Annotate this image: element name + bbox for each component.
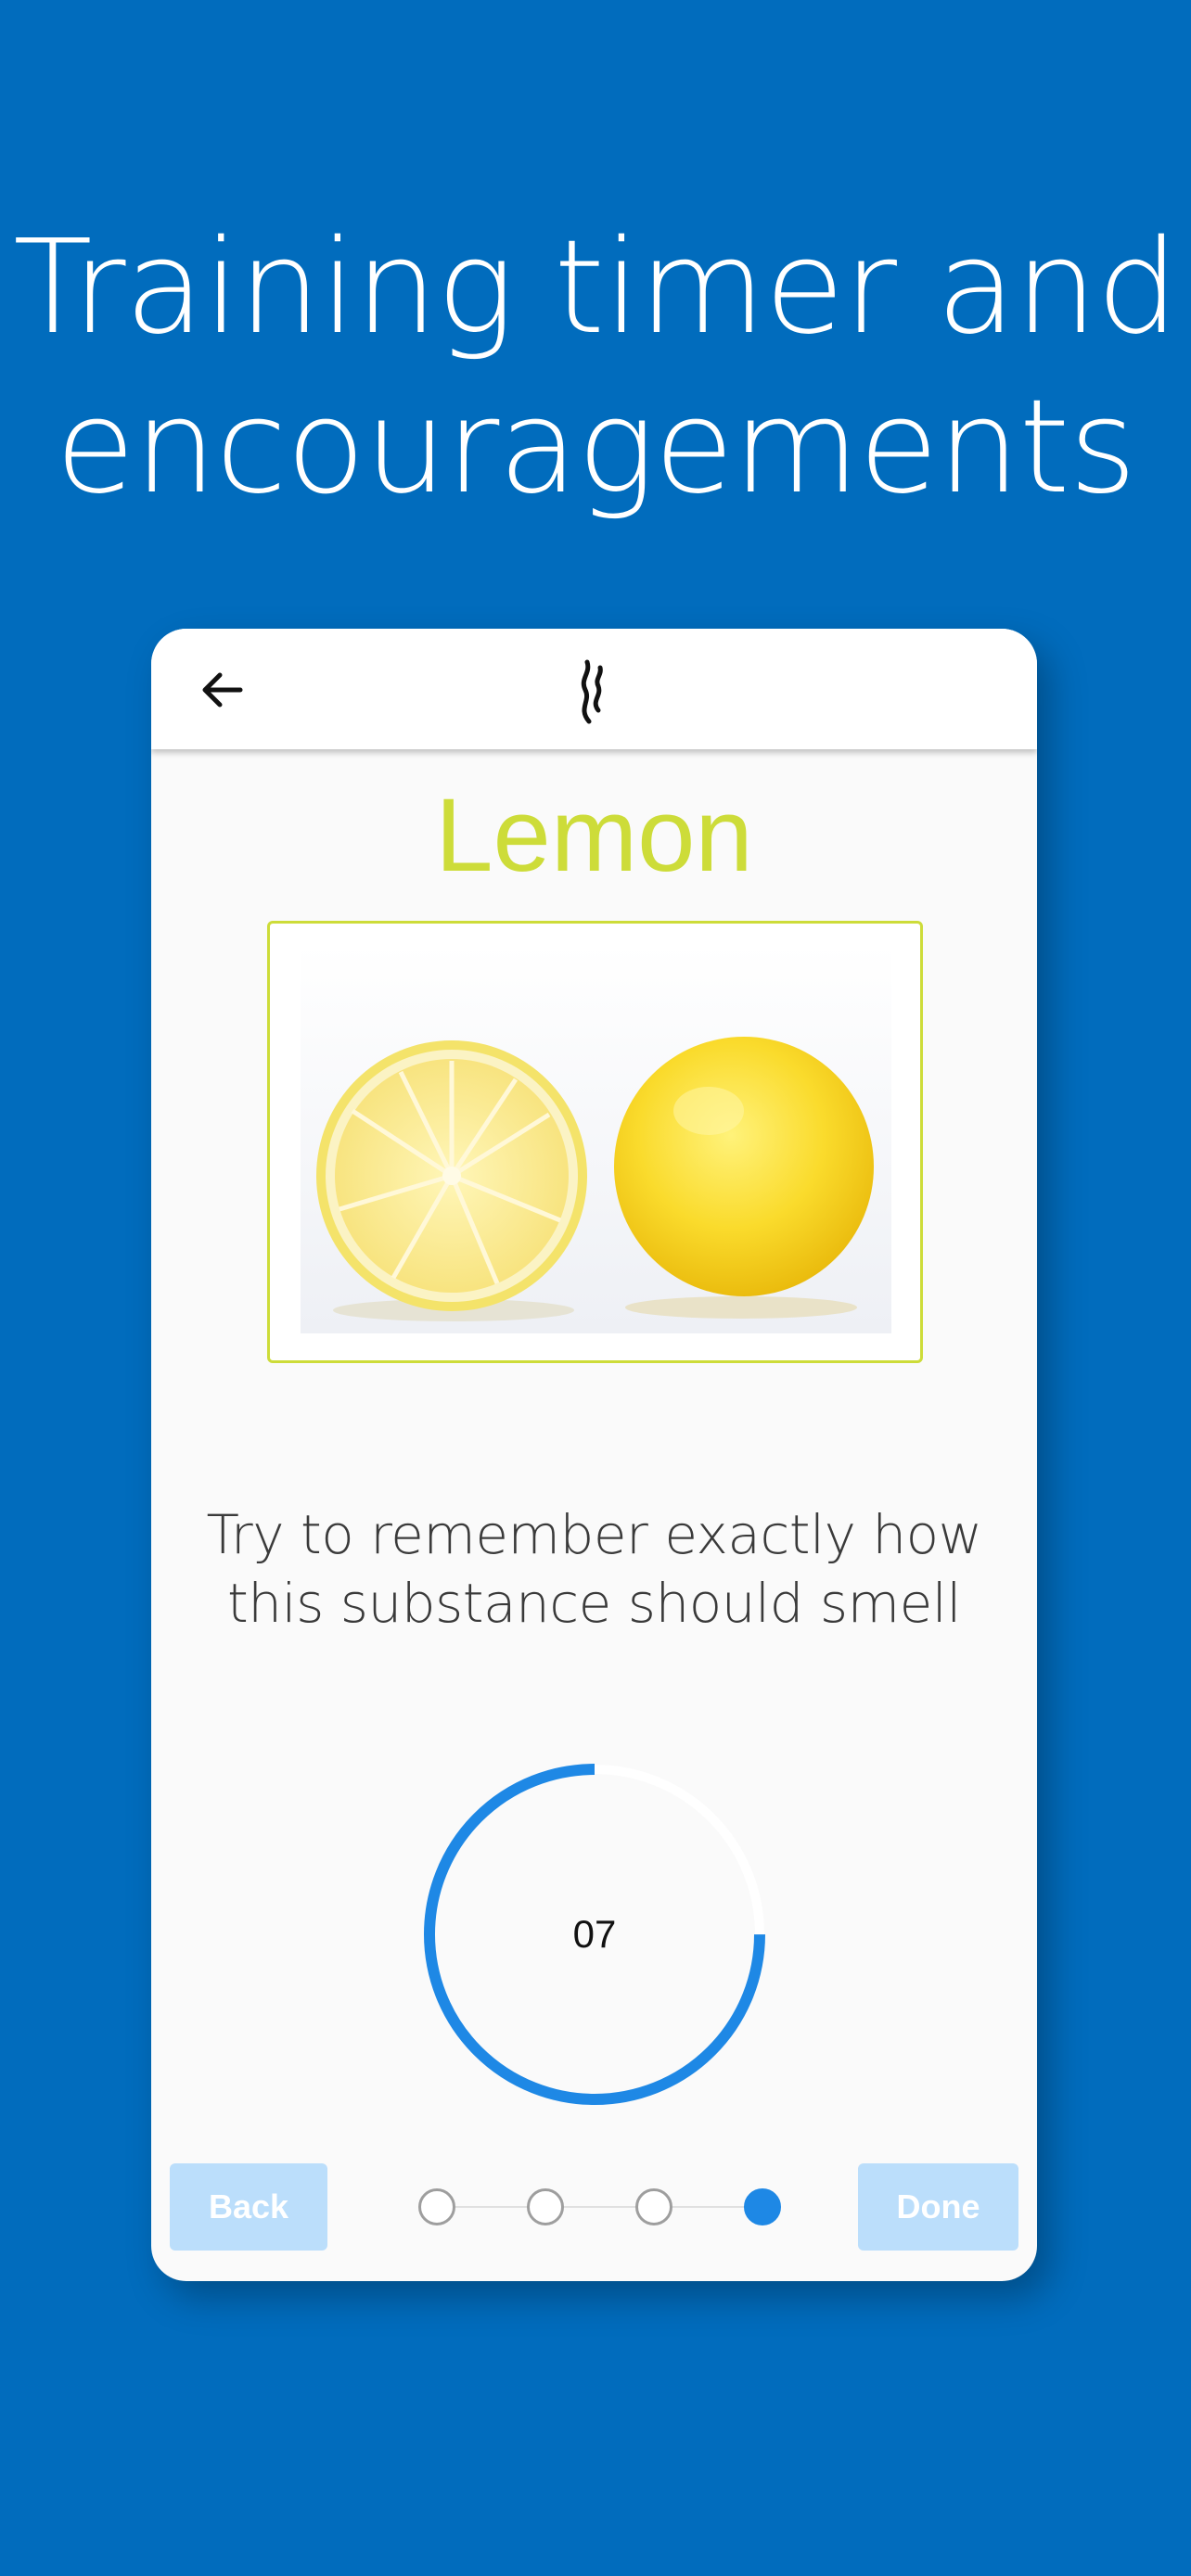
headline: Training timer and encouragements [0, 209, 1191, 528]
step-connector-line [437, 2206, 762, 2208]
app-bar [151, 629, 1037, 749]
phone-screen: Lemon Try to remember exactly how this s… [151, 629, 1037, 2281]
scent-image-frame [267, 921, 923, 1363]
arrow-left-icon[interactable] [196, 662, 251, 718]
timer-value: 07 [572, 1912, 617, 1956]
scent-title: Lemon [435, 777, 753, 893]
step-dot-4[interactable] [744, 2188, 781, 2225]
done-button[interactable]: Done [858, 2163, 1018, 2251]
step-dot-2[interactable] [527, 2188, 564, 2225]
headline-line-1: Training timer and [13, 212, 1179, 363]
instruction-line-2: this substance should smell [226, 1572, 962, 1635]
step-indicator [411, 2187, 782, 2227]
headline-line-2: encouragements [55, 372, 1137, 523]
instruction-line-1: Try to remember exactly how [206, 1503, 982, 1566]
back-button[interactable]: Back [170, 2163, 327, 2251]
step-dot-3[interactable] [635, 2188, 672, 2225]
step-dot-1[interactable] [418, 2188, 455, 2225]
lemon-photo [301, 944, 891, 1333]
countdown-timer: 07 [418, 1758, 771, 2111]
instruction-text: Try to remember exactly how this substan… [151, 1500, 1037, 1638]
smell-wave-icon [581, 659, 603, 724]
